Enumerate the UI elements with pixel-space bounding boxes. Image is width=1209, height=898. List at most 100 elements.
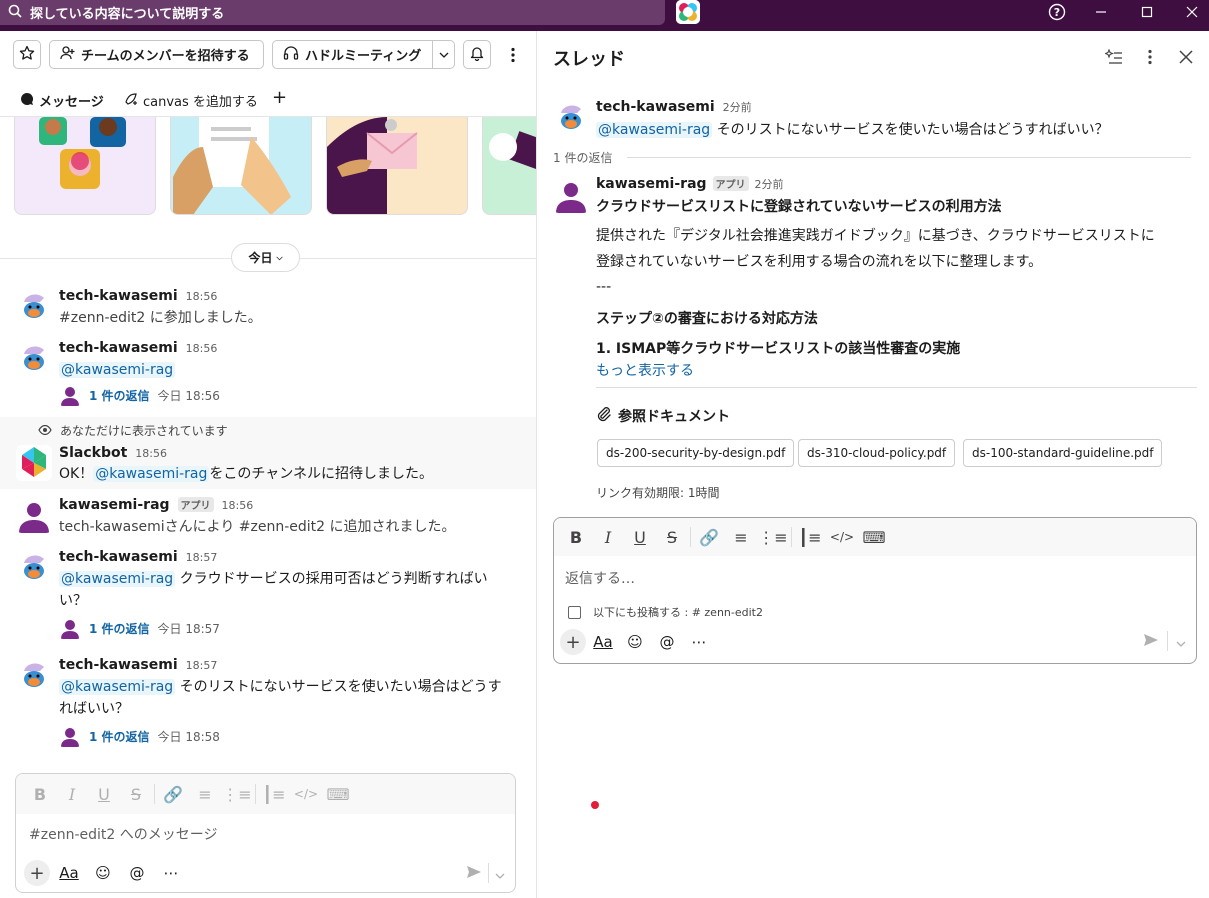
- thread-replies[interactable]: 1 件の返信 今日 18:57: [59, 617, 220, 639]
- avatar[interactable]: [16, 340, 52, 376]
- invite-members-button[interactable]: チームのメンバーを招待する: [49, 40, 264, 69]
- message-time[interactable]: 18:56: [135, 447, 167, 460]
- chevron-down-icon[interactable]: [1176, 632, 1186, 651]
- message-author[interactable]: tech-kawasemi: [596, 99, 715, 115]
- message-author[interactable]: tech-kawasemi: [59, 288, 178, 304]
- close-icon[interactable]: [1177, 0, 1207, 24]
- ordered-list-icon[interactable]: ≡: [189, 774, 221, 814]
- emoji-icon[interactable]: ☺: [620, 627, 650, 657]
- minimize-icon[interactable]: [1086, 0, 1116, 24]
- avatar[interactable]: [16, 657, 52, 693]
- search-bar[interactable]: 探している内容について説明する: [0, 0, 665, 25]
- emoji-icon[interactable]: ☺: [88, 858, 118, 888]
- user-mention[interactable]: @kawasemi-rag: [93, 466, 210, 482]
- user-mention[interactable]: @kawasemi-rag: [59, 571, 176, 587]
- code-block-icon[interactable]: ⌨: [322, 774, 354, 814]
- plus-icon[interactable]: +: [24, 860, 50, 886]
- bold-icon[interactable]: B: [560, 518, 592, 556]
- invite-illustration-card[interactable]: [14, 117, 156, 215]
- doc-link-button[interactable]: ds-310-cloud-policy.pdf: [798, 439, 956, 467]
- strikethrough-icon[interactable]: S: [120, 774, 152, 814]
- help-icon[interactable]: ?: [1042, 0, 1072, 24]
- italic-icon[interactable]: I: [56, 774, 88, 814]
- message-time[interactable]: 18:56: [186, 290, 218, 303]
- bullet-list-icon[interactable]: ⋮≡: [221, 774, 253, 814]
- message-item[interactable]: tech-kawasemi 18:56 #zenn-edit2 に参加しました。: [0, 286, 536, 330]
- message-composer[interactable]: B I U S 🔗 ≡ ⋮≡ ┃≡ </> ⌨ #zenn-edit2 へのメッ…: [15, 773, 516, 893]
- bold-icon[interactable]: B: [24, 774, 56, 814]
- notifications-button[interactable]: [463, 40, 491, 69]
- send-icon[interactable]: [1143, 632, 1159, 651]
- chevron-down-icon[interactable]: [432, 41, 454, 68]
- blockquote-icon[interactable]: ┃≡: [794, 518, 826, 556]
- message-time[interactable]: 18:57: [186, 551, 218, 564]
- blockquote-icon[interactable]: ┃≡: [258, 774, 290, 814]
- mention-icon[interactable]: @: [122, 858, 152, 888]
- code-icon[interactable]: </>: [290, 774, 322, 814]
- avatar[interactable]: [16, 497, 52, 533]
- slackbot-avatar[interactable]: [16, 445, 52, 481]
- underline-icon[interactable]: U: [88, 774, 120, 814]
- message-author[interactable]: kawasemi-rag: [596, 176, 707, 192]
- code-icon[interactable]: </>: [826, 518, 858, 556]
- avatar[interactable]: [553, 99, 589, 135]
- day-divider-button[interactable]: 今日 ⌵: [231, 243, 300, 272]
- email-illustration-card[interactable]: [326, 117, 468, 215]
- link-icon[interactable]: 🔗: [157, 774, 189, 814]
- add-tab-icon[interactable]: +: [272, 87, 287, 108]
- message-item[interactable]: tech-kawasemi 18:56 @kawasemi-rag 1 件の返信…: [0, 338, 536, 412]
- avatar[interactable]: [16, 549, 52, 585]
- message-author[interactable]: tech-kawasemi: [59, 549, 178, 565]
- reply-count[interactable]: 1 件の返信: [89, 620, 150, 637]
- star-button[interactable]: [13, 40, 41, 69]
- message-time[interactable]: 18:56: [222, 499, 254, 512]
- message-item[interactable]: kawasemi-rag アプリ 18:56 tech-kawasemiさんによ…: [0, 495, 536, 539]
- package-illustration-card[interactable]: [482, 117, 536, 215]
- user-mention[interactable]: @kawasemi-rag: [596, 122, 713, 138]
- sparkle-list-icon[interactable]: [1102, 45, 1126, 69]
- chevron-down-icon[interactable]: [495, 864, 505, 883]
- also-post-option[interactable]: 以下にも投稿する : # zenn-edit2: [568, 604, 763, 620]
- more-icon[interactable]: [1138, 45, 1162, 69]
- close-icon[interactable]: [1174, 45, 1198, 69]
- underline-icon[interactable]: U: [624, 518, 656, 556]
- huddle-button[interactable]: ハドルミーティング: [272, 40, 455, 69]
- user-mention[interactable]: @kawasemi-rag: [59, 362, 176, 378]
- reply-count[interactable]: 1 件の返信: [89, 728, 150, 745]
- workspace-icon[interactable]: [676, 0, 700, 24]
- tab-messages[interactable]: メッセージ: [14, 91, 110, 119]
- format-toggle-icon[interactable]: Aa: [54, 858, 84, 888]
- link-icon[interactable]: 🔗: [693, 518, 725, 556]
- message-author[interactable]: kawasemi-rag: [59, 497, 170, 513]
- message-author[interactable]: tech-kawasemi: [59, 340, 178, 356]
- message-time[interactable]: 18:57: [186, 659, 218, 672]
- send-icon[interactable]: [466, 864, 482, 883]
- italic-icon[interactable]: I: [592, 518, 624, 556]
- message-time[interactable]: 2分前: [723, 99, 752, 115]
- maximize-icon[interactable]: [1132, 0, 1162, 24]
- ordered-list-icon[interactable]: ≡: [725, 518, 757, 556]
- more-actions-icon[interactable]: ⋯: [156, 858, 186, 888]
- more-icon[interactable]: [503, 44, 523, 66]
- message-author[interactable]: Slackbot: [59, 445, 127, 461]
- format-toggle-icon[interactable]: Aa: [588, 627, 618, 657]
- mention-icon[interactable]: @: [652, 627, 682, 657]
- message-item[interactable]: tech-kawasemi 18:57 @kawasemi-rag クラウドサー…: [0, 547, 536, 647]
- reply-composer[interactable]: B I U S 🔗 ≡ ⋮≡ ┃≡ </> ⌨ 返信する… 以下にも投稿する :…: [553, 517, 1197, 664]
- ephemeral-message[interactable]: あなただけに表示されています Slackbot 18:56 OK！ @kawase…: [0, 417, 536, 489]
- show-more-link[interactable]: もっと表示する: [596, 360, 694, 380]
- tab-add-canvas[interactable]: canvas を追加する: [124, 91, 258, 110]
- doc-link-button[interactable]: ds-200-security-by-design.pdf: [597, 439, 795, 467]
- plus-icon[interactable]: +: [560, 629, 586, 655]
- avatar[interactable]: [16, 288, 52, 324]
- reply-count[interactable]: 1 件の返信: [89, 387, 150, 404]
- thread-replies[interactable]: 1 件の返信 今日 18:58: [59, 725, 220, 747]
- bullet-list-icon[interactable]: ⋮≡: [757, 518, 789, 556]
- message-item[interactable]: tech-kawasemi 18:57 @kawasemi-rag そのリストに…: [0, 655, 536, 755]
- thread-replies[interactable]: 1 件の返信 今日 18:56: [59, 384, 220, 406]
- message-input[interactable]: #zenn-edit2 へのメッセージ: [16, 814, 515, 858]
- reply-input[interactable]: 返信する…: [554, 556, 1196, 596]
- avatar[interactable]: [553, 177, 589, 213]
- code-block-icon[interactable]: ⌨: [858, 518, 890, 556]
- document-illustration-card[interactable]: [170, 117, 312, 215]
